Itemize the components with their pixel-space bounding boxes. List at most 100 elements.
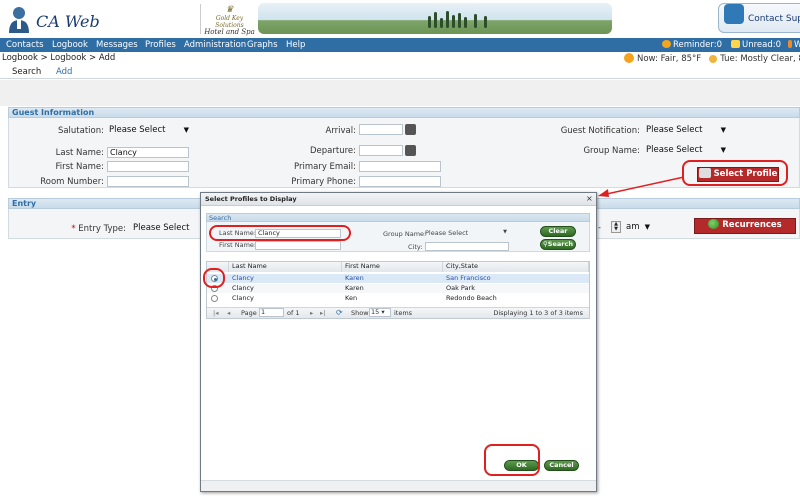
calendar-icon[interactable] — [405, 124, 416, 135]
nav-administration[interactable]: Administration — [184, 40, 246, 50]
cell-last-name: Clancy — [232, 284, 254, 292]
group-name-label: Group Name: — [583, 146, 640, 156]
dialog-city-field[interactable] — [425, 242, 509, 251]
row-radio[interactable] — [211, 295, 218, 302]
weather-now: Now: Fair, 85°F — [637, 54, 702, 64]
salutation-value: Please Select — [109, 125, 166, 135]
departure-field[interactable] — [359, 145, 403, 156]
search-button-label: Search — [547, 240, 573, 248]
tab-add[interactable]: Add — [56, 67, 72, 77]
dialog-search-header: Search — [206, 213, 590, 222]
primary-phone-field[interactable] — [359, 176, 441, 187]
salutation-select[interactable]: Please Select ▼ — [109, 125, 191, 137]
dialog-group-name-label: Group Name: — [383, 230, 427, 238]
dialog-group-name-select[interactable]: Please Select ▼ — [425, 229, 509, 238]
clear-button[interactable]: Clear — [540, 226, 576, 237]
salutation-label: Salutation: — [57, 126, 104, 136]
prev-page-icon[interactable]: ◂ — [227, 309, 230, 317]
recurrences-label: Recurrences — [722, 220, 782, 230]
last-name-label: Last Name: — [55, 148, 104, 158]
entry-type-label: * Entry Type: — [60, 224, 126, 234]
recurrences-button[interactable]: Recurrences — [694, 218, 796, 234]
arrival-field[interactable] — [359, 124, 403, 135]
nav-reminder[interactable]: Reminder:0 — [662, 40, 722, 50]
dropdown-arrow-icon: ▼ — [503, 229, 507, 235]
cell-last-name: Clancy — [232, 274, 254, 282]
nav-right-cut[interactable]: W — [788, 40, 800, 50]
crown-icon: ♛ — [225, 5, 234, 15]
guest-notification-value: Please Select — [646, 125, 703, 135]
pager-show-select[interactable]: 15 ▾ — [369, 308, 391, 317]
tab-bar — [0, 66, 800, 79]
entry-type-label-text: Entry Type: — [78, 224, 126, 234]
dialog-title: Select Profiles to Display — [201, 193, 596, 206]
callout-last-name — [209, 225, 351, 241]
calendar-icon[interactable] — [405, 145, 416, 156]
group-name-select[interactable]: Please Select ▼ — [646, 145, 728, 157]
cancel-button[interactable]: Cancel — [544, 460, 579, 471]
grid-header-city-state[interactable]: City,State — [443, 262, 589, 272]
reminder-label: Reminder:0 — [673, 40, 723, 50]
pager-show-value: 15 — [371, 308, 380, 316]
guest-notification-label: Guest Notification: — [560, 126, 640, 136]
weather-info: Now: Fair, 85°F Tue: Mostly Clear, 8 — [624, 53, 800, 64]
departure-label: Departure: — [310, 146, 356, 156]
first-name-field[interactable] — [107, 161, 189, 172]
grid-header-last-name[interactable]: Last Name — [229, 262, 342, 272]
pager-page-input[interactable]: 1 — [259, 308, 284, 317]
arrival-label: Arrival: — [325, 126, 356, 136]
pager-show-label: Show — [351, 309, 369, 317]
dialog-first-name-field[interactable] — [255, 241, 341, 250]
dialog-first-name-label: First Name: — [219, 241, 257, 249]
nav-help[interactable]: Help — [286, 40, 305, 50]
group-name-value: Please Select — [646, 145, 703, 155]
table-row[interactable]: Clancy Karen Oak Park — [207, 284, 589, 293]
refresh-icon[interactable]: ⟳ — [336, 308, 343, 317]
entry-type-select[interactable]: Please Select — [133, 223, 199, 235]
nav-logbook[interactable]: Logbook — [52, 40, 88, 50]
ampm-value: am — [626, 222, 640, 232]
user-icon — [788, 40, 792, 48]
room-number-field[interactable] — [107, 176, 189, 187]
first-page-icon[interactable]: |◂ — [213, 309, 218, 317]
cell-first-name: Ken — [345, 294, 358, 302]
pager-summary: Displaying 1 to 3 of 3 items — [493, 309, 583, 317]
landscape-banner — [258, 3, 612, 34]
pager-page-label: Page — [241, 309, 257, 317]
ampm-select[interactable]: am ▼ — [626, 222, 652, 234]
time-spinner-icon[interactable]: ▲ ▼ — [611, 221, 621, 233]
dropdown-arrow-icon: ▼ — [720, 146, 726, 154]
unread-label: Unread:0 — [742, 40, 782, 50]
hotel-logo-line3: Hotel and Spa — [204, 28, 255, 36]
guest-info-header: Guest Information — [8, 107, 800, 118]
moon-icon — [709, 55, 718, 63]
dropdown-arrow-icon: ▼ — [183, 126, 189, 134]
cell-city-state: Oak Park — [446, 284, 475, 292]
guest-notification-select[interactable]: Please Select ▼ — [646, 125, 728, 137]
pager-of-label: of 1 — [287, 309, 300, 317]
search-button[interactable]: ⚲Search — [540, 239, 576, 250]
breadcrumb: Logbook > Logbook > Add — [2, 53, 116, 63]
next-page-icon[interactable]: ▸ — [310, 309, 313, 317]
last-page-icon[interactable]: ▸| — [320, 309, 325, 317]
weather-forecast: Tue: Mostly Clear, 8 — [720, 54, 800, 64]
envelope-icon — [731, 40, 740, 48]
pager-items-label: items — [394, 309, 413, 317]
grid-header-first-name[interactable]: First Name — [342, 262, 443, 272]
nav-profiles[interactable]: Profiles — [145, 40, 176, 50]
last-name-field[interactable]: Clancy — [107, 147, 189, 158]
close-icon[interactable]: × — [586, 194, 593, 203]
nav-unread[interactable]: Unread:0 — [731, 40, 781, 50]
primary-email-field[interactable] — [359, 161, 441, 172]
dialog-group-name-value: Please Select — [425, 229, 469, 237]
table-row[interactable]: Clancy Ken Redondo Beach — [207, 294, 589, 303]
dialog-bottom-bar — [201, 480, 596, 491]
nav-messages[interactable]: Messages — [96, 40, 138, 50]
table-row[interactable]: Clancy Karen San Francisco — [207, 274, 589, 283]
nav-graphs[interactable]: Graphs — [247, 40, 278, 50]
tab-search[interactable]: Search — [12, 67, 41, 77]
app-logo-text[interactable]: CA Web — [36, 12, 100, 31]
nav-contacts[interactable]: Contacts — [6, 40, 44, 50]
annotation-arrow — [596, 176, 686, 198]
contact-support-label[interactable]: Contact Suppo — [748, 14, 800, 24]
